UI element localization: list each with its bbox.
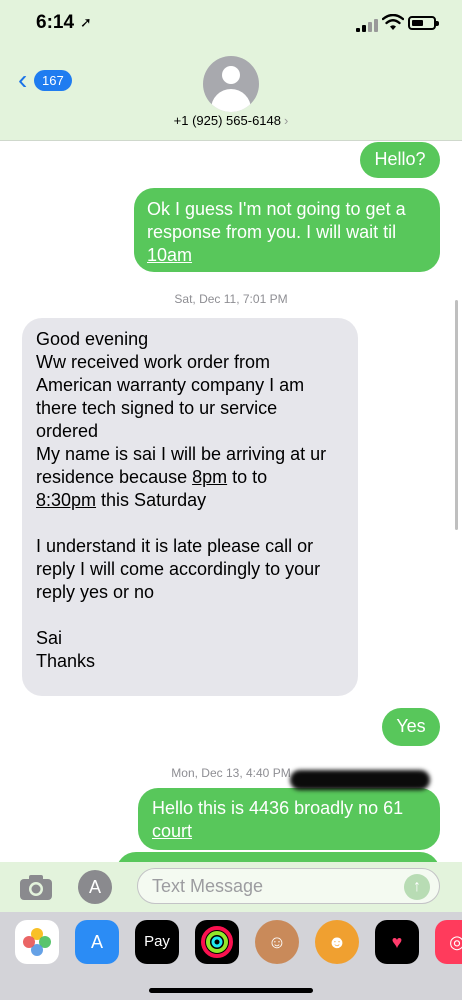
location-arrow-icon: ➚ <box>80 14 92 30</box>
imessage-app-drawer: A Pay ☺ ☻ ♥ ◎ <box>0 912 462 1000</box>
photos-icon[interactable] <box>15 920 59 964</box>
cellular-signal-icon <box>356 18 378 32</box>
input-bar: A ↑ <box>0 862 462 912</box>
message-bubble-outgoing[interactable]: Yes <box>382 708 440 746</box>
contact-name[interactable]: +1 (925) 565-6148 › <box>0 113 462 128</box>
apple-pay-icon[interactable]: Pay <box>135 920 179 964</box>
app-store-icon[interactable]: A <box>75 920 119 964</box>
message-timestamp: Sat, Dec 11, 7:01 PM <box>174 292 288 306</box>
redaction-mark <box>290 770 430 790</box>
message-bubble-outgoing[interactable]: Hello? <box>360 142 440 178</box>
time-link[interactable]: 8:30pm <box>36 490 96 510</box>
memoji-icon[interactable]: ☺ <box>255 920 299 964</box>
back-unread-count[interactable]: 167 <box>34 70 72 91</box>
scrollbar[interactable] <box>455 300 458 530</box>
message-list[interactable]: Hello? Ok I guess I'm not going to get a… <box>0 140 462 892</box>
message-input[interactable] <box>137 868 440 904</box>
activity-icon[interactable] <box>195 920 239 964</box>
message-bubble-outgoing[interactable]: Hello this is 4436 broadly no 61 court <box>138 788 440 850</box>
app-store-button[interactable]: A <box>78 870 112 904</box>
animoji-icon[interactable]: ☻ <box>315 920 359 964</box>
chevron-right-icon: › <box>284 113 289 128</box>
send-icon[interactable]: ↑ <box>404 874 430 900</box>
address-link[interactable]: court <box>152 820 426 843</box>
digital-touch-icon[interactable]: ♥ <box>375 920 419 964</box>
message-bubble-incoming[interactable]: Good evening Ww received work order from… <box>22 318 358 696</box>
back-chevron-icon[interactable]: ‹ <box>18 66 27 94</box>
time-link[interactable]: 8pm <box>192 467 227 487</box>
status-bar: 6:14 ➚ <box>0 0 462 50</box>
conversation-header: ‹ 167 +1 (925) 565-6148 › <box>0 50 462 141</box>
time-link[interactable]: 10am <box>147 244 427 267</box>
battery-icon <box>408 16 439 30</box>
wifi-icon <box>382 14 404 30</box>
contact-avatar[interactable] <box>203 56 259 112</box>
status-time: 6:14 <box>36 12 75 33</box>
message-bubble-outgoing[interactable]: Ok I guess I'm not going to get a respon… <box>134 188 440 272</box>
redacted-address: 4436 broadly no 61 <box>249 798 404 818</box>
home-indicator <box>149 988 313 993</box>
camera-icon[interactable] <box>18 872 54 902</box>
web-icon[interactable]: ◎ <box>435 920 462 964</box>
